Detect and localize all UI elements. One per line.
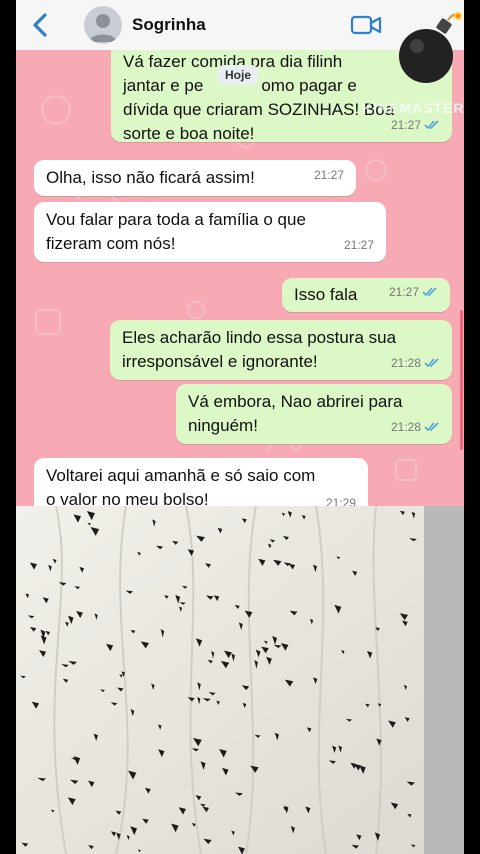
message-time: 21:27 xyxy=(313,168,344,182)
scroll-indicator[interactable] xyxy=(460,310,463,450)
message-bubble-incoming[interactable]: Voltarei aqui amanhã e só saio com o val… xyxy=(34,458,368,506)
read-receipt-icon xyxy=(424,422,439,432)
message-time: 21:27 xyxy=(388,285,419,299)
read-receipt-icon xyxy=(424,358,439,368)
message-meta: 21:27 xyxy=(314,163,344,187)
contact-name[interactable]: Sogrinha xyxy=(132,15,206,35)
chat-area[interactable]: Vá fazer comida pra dia filinh jantar e … xyxy=(16,50,464,506)
date-pill: Hoje xyxy=(218,65,259,85)
message-line: Voltarei aqui amanhã e só saio com xyxy=(46,466,316,485)
read-receipt-icon xyxy=(424,120,439,130)
message-meta: 21:28 xyxy=(391,351,440,375)
video-camera-icon[interactable] xyxy=(350,14,382,36)
message-meta: 21:29 xyxy=(326,491,356,506)
message-line: Olha, isso não ficará assim! xyxy=(46,168,255,187)
message-time: 21:29 xyxy=(325,496,356,506)
message-time: 21:28 xyxy=(390,356,421,370)
message-line: Vá embora, Nao abrirei para xyxy=(188,392,403,411)
read-receipt-icon xyxy=(422,287,437,297)
screen-frame: Sogrinha Vá fazer comida pra dia filinh … xyxy=(16,0,464,854)
default-avatar-icon xyxy=(89,14,117,42)
speckled-texture-image xyxy=(16,506,464,854)
message-time: 21:27 xyxy=(343,238,374,252)
watermark-text: KINEMASTER xyxy=(362,100,464,116)
message-time: 21:27 xyxy=(390,118,421,132)
message-bubble-outgoing[interactable]: Isso fala 21:27 xyxy=(282,278,450,312)
message-meta: 21:27 xyxy=(344,233,374,257)
message-bubble-incoming[interactable]: Vou falar para toda a família o que fize… xyxy=(34,202,386,262)
message-bubble-outgoing[interactable]: Eles acharão lindo essa postura sua irre… xyxy=(110,320,452,380)
message-meta: 21:27 xyxy=(391,113,440,137)
chevron-left-icon[interactable] xyxy=(26,10,54,40)
message-line: o valor no meu bolso! xyxy=(46,490,209,506)
message-line: Eles acharão lindo essa postura sua xyxy=(122,328,397,347)
avatar[interactable] xyxy=(84,6,122,44)
message-meta: 21:27 xyxy=(389,280,438,304)
message-time: 21:28 xyxy=(390,420,421,434)
message-bubble-incoming[interactable]: Olha, isso não ficará assim! 21:27 xyxy=(34,160,356,196)
message-meta: 21:28 xyxy=(391,415,440,439)
message-bubble-outgoing[interactable]: Vá embora, Nao abrirei para ninguém! 21:… xyxy=(176,384,452,444)
message-line: fizeram com nós! xyxy=(46,234,176,253)
texture-photo xyxy=(16,506,464,854)
bomb-icon xyxy=(399,12,462,83)
message-line: Vou falar para toda a família o que xyxy=(46,210,306,229)
